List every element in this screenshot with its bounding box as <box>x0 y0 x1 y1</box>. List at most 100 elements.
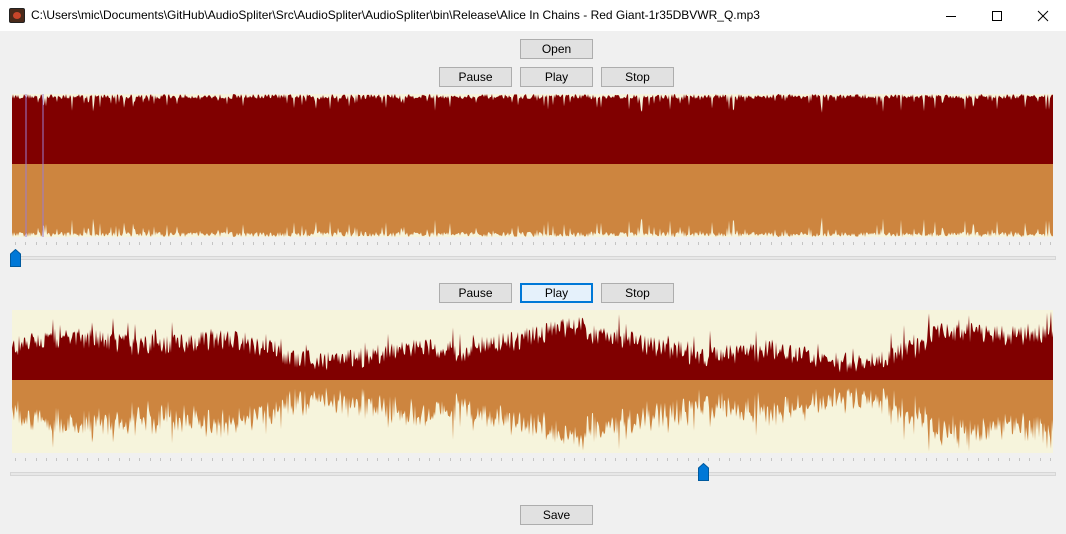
tick-mark <box>833 458 834 461</box>
tick-mark <box>791 458 792 461</box>
open-button[interactable]: Open <box>520 39 593 59</box>
tick-mark <box>139 458 140 461</box>
tick-mark <box>129 242 130 245</box>
tick-mark <box>243 242 244 245</box>
player1-tick-marks <box>15 242 1051 246</box>
tick-mark <box>470 242 471 245</box>
player2-stop-button[interactable]: Stop <box>601 283 674 303</box>
tick-mark <box>160 458 161 461</box>
tick-mark <box>346 242 347 245</box>
tick-mark <box>377 458 378 461</box>
tick-mark <box>864 242 865 245</box>
tick-mark <box>191 458 192 461</box>
tick-mark <box>191 242 192 245</box>
tick-mark <box>46 242 47 245</box>
tick-mark <box>1029 458 1030 461</box>
tick-mark <box>978 458 979 461</box>
player1-seek-track[interactable] <box>10 256 1056 260</box>
tick-mark <box>988 458 989 461</box>
tick-mark <box>708 242 709 245</box>
waveform-top-channel <box>12 311 1053 380</box>
tick-mark <box>584 242 585 245</box>
tick-mark <box>584 458 585 461</box>
tick-mark <box>677 458 678 461</box>
tick-mark <box>501 458 502 461</box>
tick-mark <box>87 242 88 245</box>
tick-mark <box>357 242 358 245</box>
player2-play-button[interactable]: Play <box>520 283 593 303</box>
tick-mark <box>108 242 109 245</box>
player1-stop-button[interactable]: Stop <box>601 67 674 87</box>
player1-pause-button[interactable]: Pause <box>439 67 512 87</box>
tick-mark <box>543 242 544 245</box>
tick-mark <box>874 242 875 245</box>
tick-mark <box>1040 458 1041 461</box>
tick-mark <box>988 242 989 245</box>
tick-mark <box>605 458 606 461</box>
minimize-button[interactable] <box>928 0 974 31</box>
tick-mark <box>636 458 637 461</box>
tick-mark <box>274 242 275 245</box>
tick-mark <box>553 242 554 245</box>
tick-mark <box>439 458 440 461</box>
tick-mark <box>491 242 492 245</box>
tick-mark <box>1009 242 1010 245</box>
tick-mark <box>25 458 26 461</box>
tick-mark <box>243 458 244 461</box>
tick-mark <box>232 458 233 461</box>
tick-mark <box>87 458 88 461</box>
app-icon <box>9 8 25 23</box>
tick-mark <box>336 458 337 461</box>
tick-mark <box>77 242 78 245</box>
tick-mark <box>1050 242 1051 245</box>
tick-mark <box>605 242 606 245</box>
maximize-button[interactable] <box>974 0 1020 31</box>
title-bar[interactable]: C:\Users\mic\Documents\GitHub\AudioSplit… <box>0 0 1066 31</box>
tick-mark <box>212 242 213 245</box>
player1-seek-thumb[interactable] <box>10 249 21 267</box>
tick-mark <box>274 458 275 461</box>
tick-mark <box>522 458 523 461</box>
tick-mark <box>936 242 937 245</box>
tick-mark <box>998 458 999 461</box>
player1-waveform[interactable] <box>12 94 1053 237</box>
tick-mark <box>812 458 813 461</box>
close-button[interactable] <box>1020 0 1066 31</box>
tick-mark <box>222 242 223 245</box>
player2-seek-thumb[interactable] <box>698 463 709 481</box>
tick-mark <box>667 242 668 245</box>
tick-mark <box>615 242 616 245</box>
tick-mark <box>294 242 295 245</box>
tick-mark <box>905 242 906 245</box>
tick-mark <box>160 242 161 245</box>
tick-mark <box>719 458 720 461</box>
player2-waveform[interactable] <box>12 310 1053 453</box>
tick-mark <box>46 458 47 461</box>
tick-mark <box>688 242 689 245</box>
tick-mark <box>574 242 575 245</box>
tick-mark <box>315 242 316 245</box>
tick-mark <box>698 458 699 461</box>
save-button[interactable]: Save <box>520 505 593 525</box>
waveform-top-channel <box>12 94 1053 164</box>
tick-mark <box>750 458 751 461</box>
tick-mark <box>615 458 616 461</box>
tick-mark <box>481 458 482 461</box>
tick-mark <box>284 458 285 461</box>
tick-mark <box>781 458 782 461</box>
tick-mark <box>926 458 927 461</box>
tick-mark <box>657 458 658 461</box>
tick-mark <box>77 458 78 461</box>
tick-mark <box>564 458 565 461</box>
tick-mark <box>398 242 399 245</box>
tick-mark <box>915 242 916 245</box>
tick-mark <box>967 242 968 245</box>
player1-play-button[interactable]: Play <box>520 67 593 87</box>
player2-pause-button[interactable]: Pause <box>439 283 512 303</box>
tick-mark <box>884 242 885 245</box>
tick-mark <box>698 242 699 245</box>
tick-mark <box>740 242 741 245</box>
tick-mark <box>439 242 440 245</box>
tick-mark <box>284 242 285 245</box>
player2-seek-track[interactable] <box>10 472 1056 476</box>
